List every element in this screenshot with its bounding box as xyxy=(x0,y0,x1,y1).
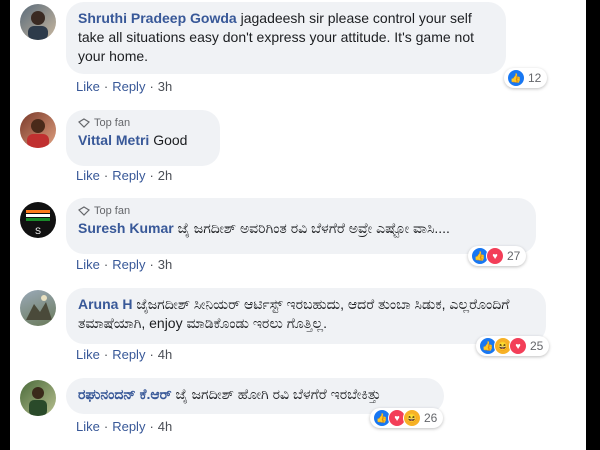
like-link[interactable]: Like xyxy=(76,79,100,94)
commenter-name[interactable]: Suresh Kumar xyxy=(78,220,174,236)
comment-bubble: Top fan Suresh Kumar ಜೈ ಜಗದೀಶ್ ಅವರಿಗಿಂತ … xyxy=(66,198,536,254)
user-photo-icon: S xyxy=(26,210,50,236)
reply-link[interactable]: Reply xyxy=(112,257,145,272)
user-photo-icon xyxy=(26,295,52,320)
love-reaction-icon: ♥ xyxy=(486,247,504,265)
like-reaction-icon: 👍 xyxy=(507,69,525,87)
reaction-summary[interactable]: 👍 ♥ 27 xyxy=(468,246,527,266)
reaction-count: 25 xyxy=(530,339,544,353)
user-photo-icon xyxy=(27,119,49,148)
avatar[interactable] xyxy=(20,112,56,148)
commenter-name[interactable]: Shruthi Pradeep Gowda xyxy=(78,10,237,26)
top-fan-label: Top fan xyxy=(94,205,131,217)
comment-actions: Like · Reply · 4h xyxy=(76,419,173,434)
top-fan-badge: Top fan xyxy=(78,205,524,217)
user-photo-icon xyxy=(28,11,48,40)
avatar[interactable] xyxy=(20,380,56,416)
comments-panel: Shruthi Pradeep Gowda jagadeesh sir plea… xyxy=(10,0,586,450)
avatar[interactable] xyxy=(20,4,56,40)
love-reaction-icon: ♥ xyxy=(509,337,527,355)
commenter-name[interactable]: Aruna H xyxy=(78,296,132,312)
svg-text:S: S xyxy=(35,226,41,236)
like-link[interactable]: Like xyxy=(76,168,100,183)
timestamp[interactable]: 4h xyxy=(158,419,172,434)
top-fan-label: Top fan xyxy=(94,117,131,129)
reaction-count: 27 xyxy=(507,249,521,263)
reaction-summary[interactable]: 👍 ♥ 😆 26 xyxy=(370,408,444,428)
haha-reaction-icon: 😆 xyxy=(403,409,421,427)
timestamp[interactable]: 2h xyxy=(158,168,172,183)
comment-bubble: Shruthi Pradeep Gowda jagadeesh sir plea… xyxy=(66,2,506,74)
comment-bubble: Top fan Vittal Metri Good xyxy=(66,110,220,166)
avatar[interactable]: S xyxy=(20,202,56,238)
comment-actions: Like · Reply · 4h xyxy=(76,347,173,362)
commenter-name[interactable]: Vittal Metri xyxy=(78,132,149,148)
like-link[interactable]: Like xyxy=(76,419,100,434)
avatar[interactable] xyxy=(20,290,56,326)
reply-link[interactable]: Reply xyxy=(112,79,145,94)
comment-actions: Like · Reply · 3h xyxy=(76,79,173,94)
reaction-count: 26 xyxy=(424,411,438,425)
reply-link[interactable]: Reply xyxy=(112,168,145,183)
comment-text: ಜೈ ಜಗದೀಶ್ ಹೋಗಿ ರವಿ ಬೆಳಗೆರೆ ಇರಬೇಕಿತ್ತು xyxy=(175,386,381,402)
reaction-count: 12 xyxy=(528,71,542,85)
timestamp[interactable]: 3h xyxy=(158,257,172,272)
comment-text: ಜೈ ಜಗದೀಶ್ ಅವರಿಗಿಂತ ರವಿ ಬೆಳಗೆರೆ ಅವ್ರೇ ಎಷ್… xyxy=(177,220,450,236)
like-link[interactable]: Like xyxy=(76,257,100,272)
reply-link[interactable]: Reply xyxy=(112,419,145,434)
comment-bubble: Aruna H ಜೈಜಗದೀಶ್ ಸೀನಿಯರ್ ಆರ್ಟಿಸ್ಟ್ ಇರಬಹು… xyxy=(66,288,546,344)
top-fan-badge: Top fan xyxy=(78,117,208,129)
like-link[interactable]: Like xyxy=(76,347,100,362)
comment-actions: Like · Reply · 2h xyxy=(76,168,173,183)
reaction-summary[interactable]: 👍 😆 ♥ 25 xyxy=(476,336,550,356)
reaction-summary[interactable]: 👍 12 xyxy=(504,68,548,88)
diamond-icon xyxy=(78,118,90,128)
comment-text: Good xyxy=(153,132,188,148)
comment-actions: Like · Reply · 3h xyxy=(76,257,173,272)
timestamp[interactable]: 3h xyxy=(158,79,172,94)
user-photo-icon xyxy=(29,387,47,416)
diamond-icon xyxy=(78,206,90,216)
commenter-name[interactable]: ರಘುನಂದನ್ ಕೆ.ಆರ್ xyxy=(78,386,172,402)
reply-link[interactable]: Reply xyxy=(112,347,145,362)
timestamp[interactable]: 4h xyxy=(158,347,172,362)
comment-text: ಜೈಜಗದೀಶ್ ಸೀನಿಯರ್ ಆರ್ಟಿಸ್ಟ್ ಇರಬಹುದು, ಆದರೆ… xyxy=(78,296,510,331)
